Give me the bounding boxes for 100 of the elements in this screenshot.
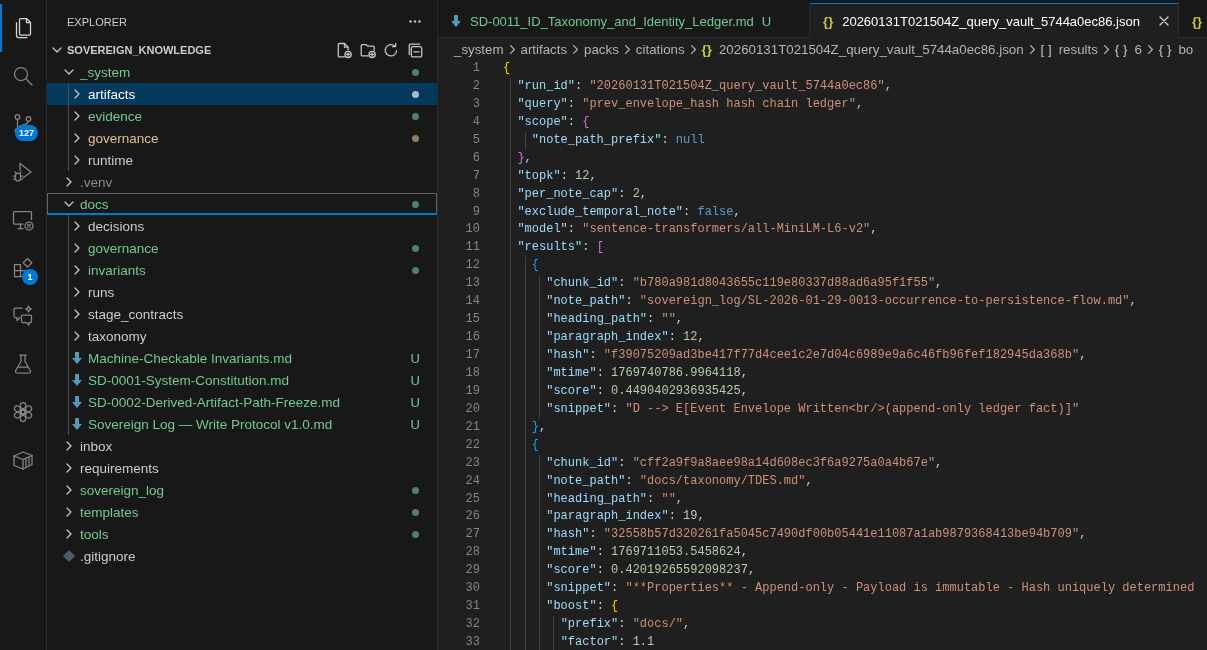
- new-folder-icon: [360, 42, 376, 58]
- line-number: 31: [464, 598, 480, 616]
- chevron-right-icon: [1103, 44, 1109, 54]
- diamond-icon: [63, 550, 75, 562]
- code-line: "prefix": "docs/",: [560, 616, 691, 634]
- tree-item[interactable]: _system: [47, 61, 437, 83]
- code-line: "score": 0.42019265592098237,: [546, 562, 756, 580]
- arrow-down-icon: [451, 15, 461, 27]
- code-line: "note_path": "sovereign_log/SL-2026-01-29-0013-occurrence-to-persistence-flow.md",: [546, 293, 1137, 311]
- chevron-right-icon: [1029, 44, 1035, 54]
- breadcrumb-item[interactable]: { } 6: [1114, 41, 1142, 57]
- code-line: "hash": "f39075209ad3be417f77d4cee1c2e7d04c6989e9a6c46fb96fef182945da368b",: [546, 347, 1087, 364]
- tree-item[interactable]: governance: [47, 237, 437, 259]
- code-line: "note_path": "docs/taxonomy/TDES.md",: [546, 472, 813, 490]
- extensions-button[interactable]: 1: [0, 244, 46, 292]
- tree-item[interactable]: SD-0001-System-Constitution.md U: [47, 369, 437, 391]
- line-number: 25: [464, 490, 480, 508]
- tree-item[interactable]: .venv: [47, 171, 437, 193]
- tree-item[interactable]: artifacts: [47, 83, 437, 105]
- code-line: "factor": 1.1: [560, 634, 655, 650]
- new-file-icon: [337, 42, 352, 58]
- tree-item[interactable]: SD-0002-Derived-Artifact-Path-Freeze.md U: [47, 391, 437, 413]
- line-number: 23: [464, 454, 480, 472]
- line-number: 14: [464, 293, 480, 311]
- line-number: 1: [471, 60, 480, 77]
- line-number: 33: [464, 634, 480, 650]
- git-status-letter: U: [410, 394, 420, 410]
- code-line: "snippet": "D --> E[Event Envelope Written<br/>(append-only ledger fact)]": [546, 400, 1080, 418]
- line-number: 7: [471, 167, 480, 185]
- code-line: },: [517, 149, 532, 167]
- braces-icon: {}: [1191, 13, 1203, 29]
- chevron-right-icon: [624, 44, 630, 54]
- breadcrumb-item[interactable]: packs: [584, 41, 619, 57]
- cube-icon: [10, 448, 35, 472]
- tree-item[interactable]: runs: [47, 281, 437, 303]
- source-control-button[interactable]: 127: [0, 100, 46, 148]
- refresh-icon: [384, 42, 399, 58]
- line-number: 4: [471, 113, 480, 131]
- code-line: "results": [: [517, 239, 604, 257]
- code-line: "boost": {: [546, 598, 619, 616]
- tree-item[interactable]: docs: [47, 193, 437, 215]
- git-status-letter: U: [761, 13, 772, 29]
- chevron-right-icon: [573, 44, 579, 54]
- tab[interactable]: {}: [1179, 3, 1207, 38]
- line-number: 22: [464, 436, 480, 454]
- braces-icon: {}: [823, 13, 834, 29]
- symbol-icon: { }: [1158, 41, 1172, 57]
- line-number: 10: [464, 221, 480, 239]
- line-number: 9: [471, 203, 480, 221]
- line-number: 6: [471, 149, 480, 167]
- code-line: "scope": {: [517, 113, 590, 131]
- code-line: "chunk_id": "cff2a9f9a8aee98a14d608ec3f6a9275a0a4b67e",: [546, 454, 943, 472]
- line-number: 12: [464, 257, 480, 275]
- code-line: "score": 0.4490402936935425,: [546, 382, 748, 400]
- line-number: 11: [464, 239, 480, 257]
- line-number: 16: [464, 329, 480, 347]
- tree-item[interactable]: runtime: [47, 149, 437, 171]
- tree-item[interactable]: decisions: [47, 215, 437, 237]
- breadcrumb-item[interactable]: citations: [635, 41, 685, 57]
- count-badge: 127: [14, 125, 38, 141]
- code-line: "exclude_temporal_note": false,: [517, 203, 741, 221]
- arrow-down-icon: [72, 396, 82, 408]
- symbol-icon: [ ]: [1040, 41, 1052, 57]
- line-number: 13: [464, 275, 480, 293]
- tree-item[interactable]: tools: [47, 523, 437, 545]
- breadcrumb-item[interactable]: _system: [454, 41, 504, 57]
- line-number: 29: [464, 562, 480, 580]
- code-line: "paragraph_index": 12,: [546, 329, 705, 347]
- code-line: "paragraph_index": 19,: [546, 508, 705, 526]
- line-number: 8: [471, 185, 480, 203]
- tree-item[interactable]: governance: [47, 127, 437, 149]
- tree-item[interactable]: taxonomy: [47, 325, 437, 347]
- breadcrumb-item[interactable]: [ ] results: [1040, 41, 1098, 57]
- git-status-letter: U: [410, 372, 420, 388]
- tab[interactable]: SD-0011_ID_Taxonomy_and_Identity_Ledger.md U: [438, 3, 811, 38]
- tree-item[interactable]: .gitignore: [47, 545, 437, 567]
- code-line: "heading_path": "",: [546, 311, 684, 329]
- code-line: "hash": "32558b57d320261fa5045c7490df00b05441e11087a1ab9879368413be94b709",: [546, 526, 1087, 544]
- tree-item[interactable]: requirements: [47, 457, 437, 479]
- tree-item[interactable]: templates: [47, 501, 437, 523]
- line-number: 26: [464, 508, 480, 526]
- code-line: "chunk_id": "b780a981d8043655c119e80337d88ad6a95f1f55",: [546, 275, 943, 293]
- tree-item[interactable]: evidence: [47, 105, 437, 127]
- line-number: 27: [464, 526, 480, 544]
- tree-item[interactable]: sovereign_log: [47, 479, 437, 501]
- workspace-folder-header[interactable]: SOVEREIGN_KNOWLEDGE: [47, 39, 332, 61]
- close-icon[interactable]: [1159, 16, 1169, 26]
- breadcrumb-item[interactable]: { } bo: [1158, 41, 1194, 57]
- chevron-right-icon: [690, 44, 696, 54]
- code-line: "topk": 12,: [517, 167, 597, 185]
- breadcrumb-item[interactable]: artifacts: [520, 41, 568, 57]
- tab[interactable]: {} 20260131T021504Z_query_vault_5744a0ec86.json: [810, 3, 1179, 38]
- tree-item[interactable]: stage_contracts: [47, 303, 437, 325]
- arrow-down-icon: [72, 418, 82, 430]
- tree-item[interactable]: Sovereign Log — Write Protocol v1.0.md U: [47, 413, 437, 435]
- tree-item[interactable]: inbox: [47, 435, 437, 457]
- git-status-letter: U: [410, 350, 420, 366]
- tree-item[interactable]: invariants: [47, 259, 437, 281]
- breadcrumb-item[interactable]: {} 20260131T021504Z_query_vault_5744a0ec86.json: [701, 41, 1024, 57]
- tree-item[interactable]: Machine-Checkable Invariants.md U: [47, 347, 437, 369]
